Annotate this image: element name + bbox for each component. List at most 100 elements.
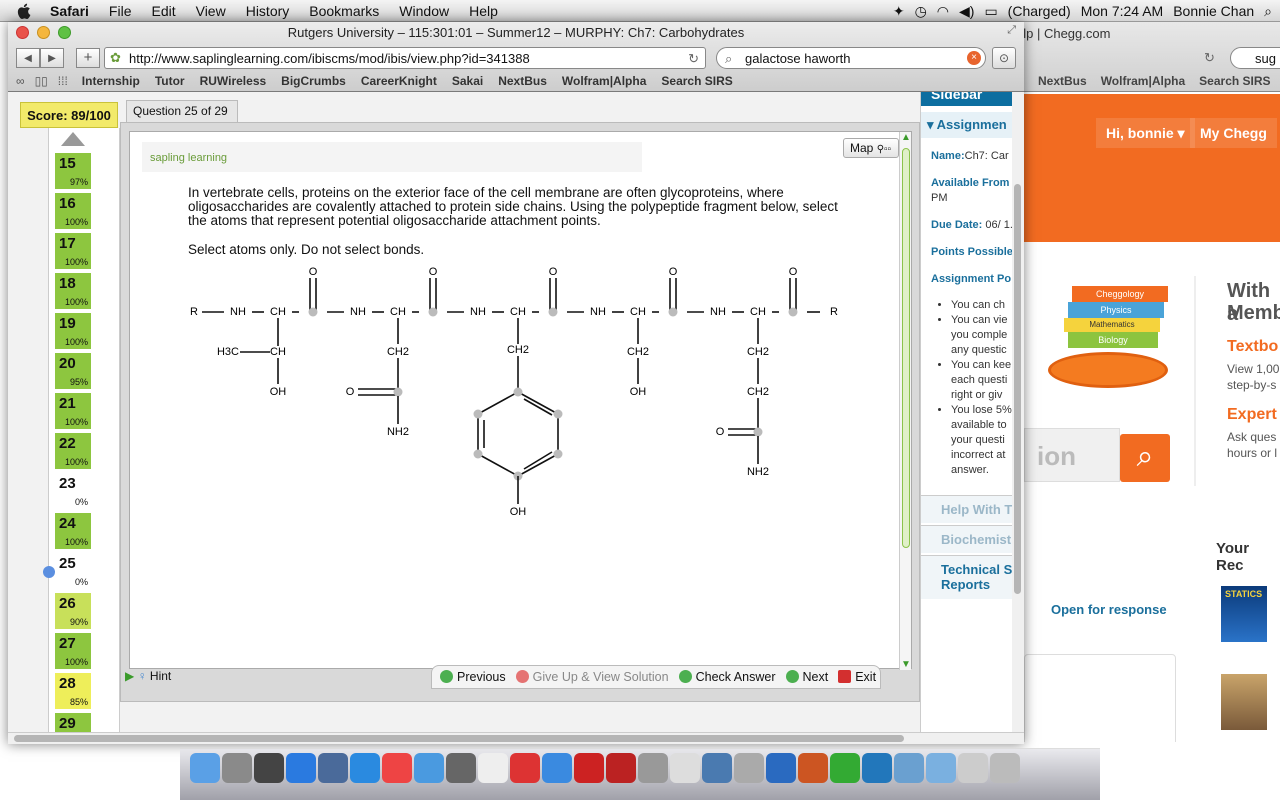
- selectable-atom[interactable]: [668, 307, 678, 317]
- selectable-atom[interactable]: [553, 449, 563, 459]
- menu-view[interactable]: View: [186, 3, 236, 19]
- dock-app-icon[interactable]: [734, 753, 764, 783]
- bond[interactable]: [517, 453, 559, 477]
- atom-label[interactable]: NH2: [747, 466, 769, 478]
- top-sites-icon[interactable]: ⁞⁞⁞: [58, 74, 68, 88]
- menu-help[interactable]: Help: [459, 3, 508, 19]
- atom-label[interactable]: O: [789, 266, 798, 278]
- dock-app-icon[interactable]: [926, 753, 956, 783]
- dock-app-icon[interactable]: [254, 753, 284, 783]
- dock-app-icon[interactable]: [382, 753, 412, 783]
- dock-app-icon[interactable]: [318, 753, 348, 783]
- search-field[interactable]: ⌕ galactose haworth ×: [716, 47, 986, 69]
- page-vscroll-thumb[interactable]: [1014, 184, 1021, 594]
- bond[interactable]: [517, 391, 559, 415]
- spotlight-icon[interactable]: ⌕: [1264, 3, 1272, 20]
- greeting-menu[interactable]: Hi, bonnie ▾: [1096, 118, 1195, 148]
- apple-menu-icon[interactable]: [16, 2, 34, 20]
- selectable-atom[interactable]: [473, 409, 483, 419]
- selectable-atom[interactable]: [308, 307, 318, 317]
- selectable-atom[interactable]: [753, 427, 763, 437]
- reading-list-icon[interactable]: ∞: [16, 74, 25, 88]
- atom-label[interactable]: CH2: [627, 346, 649, 358]
- give-up-button[interactable]: Give Up & View Solution: [515, 670, 669, 684]
- atom-label[interactable]: CH2: [507, 344, 529, 356]
- question-item[interactable]: 17 100%: [54, 232, 92, 270]
- question-item[interactable]: 16 100%: [54, 192, 92, 230]
- exit-button[interactable]: Exit: [838, 670, 876, 684]
- add-bookmark-button[interactable]: +: [76, 48, 100, 68]
- atom-label[interactable]: OH: [510, 506, 527, 518]
- atom-label[interactable]: R: [830, 306, 838, 318]
- background-browser-window[interactable]: elp | Chegg.com ↻ sug NextBus Wolfram|Al…: [1008, 22, 1280, 742]
- dock-app-icon[interactable]: [222, 753, 252, 783]
- dock-app-icon[interactable]: [510, 753, 540, 783]
- hint-toggle[interactable]: ▶ ♀ Hint: [125, 669, 171, 683]
- scroll-up-icon[interactable]: ▲: [901, 132, 911, 143]
- fullscreen-icon[interactable]: ⤢: [1007, 24, 1016, 37]
- bookmarks-book-icon[interactable]: ▯▯: [35, 74, 48, 88]
- atom-label[interactable]: CH2: [747, 386, 769, 398]
- clock[interactable]: Mon 7:24 AM: [1081, 3, 1164, 19]
- question-scrollbar[interactable]: ▲ ▼: [899, 132, 911, 670]
- bookmark-sakai[interactable]: Sakai: [452, 74, 483, 88]
- selectable-atom[interactable]: [428, 307, 438, 317]
- volume-icon[interactable]: ◀): [959, 3, 974, 20]
- menu-bookmarks[interactable]: Bookmarks: [299, 3, 389, 19]
- question-item[interactable]: 24 100%: [54, 512, 92, 550]
- menu-file[interactable]: File: [99, 3, 142, 19]
- bg-bookmark-nextbus[interactable]: NextBus: [1038, 74, 1087, 88]
- atom-label[interactable]: CH: [390, 306, 406, 318]
- dock-app-icon[interactable]: [478, 753, 508, 783]
- atom-label[interactable]: CH2: [387, 346, 409, 358]
- open-for-response-link[interactable]: Open for response: [1051, 602, 1167, 617]
- chegg-search-button[interactable]: ⌕: [1120, 434, 1170, 482]
- wifi-icon[interactable]: ◠: [937, 3, 949, 20]
- check-answer-button[interactable]: Check Answer: [678, 670, 776, 684]
- book-thumbnail[interactable]: [1221, 674, 1267, 730]
- dock-app-icon[interactable]: [862, 753, 892, 783]
- atom-label[interactable]: OH: [630, 386, 647, 398]
- bookmark-bigcrumbs[interactable]: BigCrumbs: [281, 74, 346, 88]
- atom-label[interactable]: NH: [470, 306, 486, 318]
- scrollbar-thumb[interactable]: [902, 148, 910, 548]
- bookmark-nextbus[interactable]: NextBus: [498, 74, 547, 88]
- atom-label[interactable]: NH: [710, 306, 726, 318]
- atom-label[interactable]: O: [429, 266, 438, 278]
- dock-app-icon[interactable]: [670, 753, 700, 783]
- atom-label[interactable]: NH: [350, 306, 366, 318]
- question-item[interactable]: 23 0%: [54, 472, 92, 510]
- chegg-search-input[interactable]: ion: [1024, 428, 1120, 482]
- dock-app-icon[interactable]: [190, 753, 220, 783]
- user-name[interactable]: Bonnie Chan: [1173, 3, 1254, 19]
- bookmark-tutor[interactable]: Tutor: [155, 74, 185, 88]
- atom-label[interactable]: CH: [750, 306, 766, 318]
- scroll-down-icon[interactable]: ▼: [901, 659, 911, 670]
- dock-app-icon[interactable]: [414, 753, 444, 783]
- atom-label[interactable]: NH: [590, 306, 606, 318]
- question-item[interactable]: 26 90%: [54, 592, 92, 630]
- dock-app-icon[interactable]: [350, 753, 380, 783]
- atom-label[interactable]: O: [716, 426, 725, 438]
- atom-label[interactable]: R: [190, 306, 198, 318]
- selectable-atom[interactable]: [553, 409, 563, 419]
- atom-label[interactable]: CH: [510, 306, 526, 318]
- selectable-atom[interactable]: [788, 307, 798, 317]
- question-item[interactable]: 18 100%: [54, 272, 92, 310]
- page-hscroll-thumb[interactable]: [14, 735, 904, 742]
- dock-app-icon[interactable]: [958, 753, 988, 783]
- help-with-link[interactable]: Help With T: [921, 495, 1012, 523]
- dock-app-icon[interactable]: [990, 753, 1020, 783]
- dock-app-icon[interactable]: [702, 753, 732, 783]
- dock-app-icon[interactable]: [542, 753, 572, 783]
- question-item[interactable]: 15 97%: [54, 152, 92, 190]
- back-button[interactable]: ◀: [16, 48, 40, 68]
- bg-bookmark-sirs[interactable]: Search SIRS: [1199, 74, 1270, 88]
- bg-bookmark-wolfram[interactable]: Wolfram|Alpha: [1101, 74, 1185, 88]
- dock-app-icon[interactable]: [894, 753, 924, 783]
- page-vertical-scrollbar[interactable]: [1012, 92, 1024, 732]
- dock-app-icon[interactable]: [446, 753, 476, 783]
- atom-label[interactable]: CH: [270, 306, 286, 318]
- atom-label[interactable]: O: [549, 266, 558, 278]
- menu-app-safari[interactable]: Safari: [40, 3, 99, 19]
